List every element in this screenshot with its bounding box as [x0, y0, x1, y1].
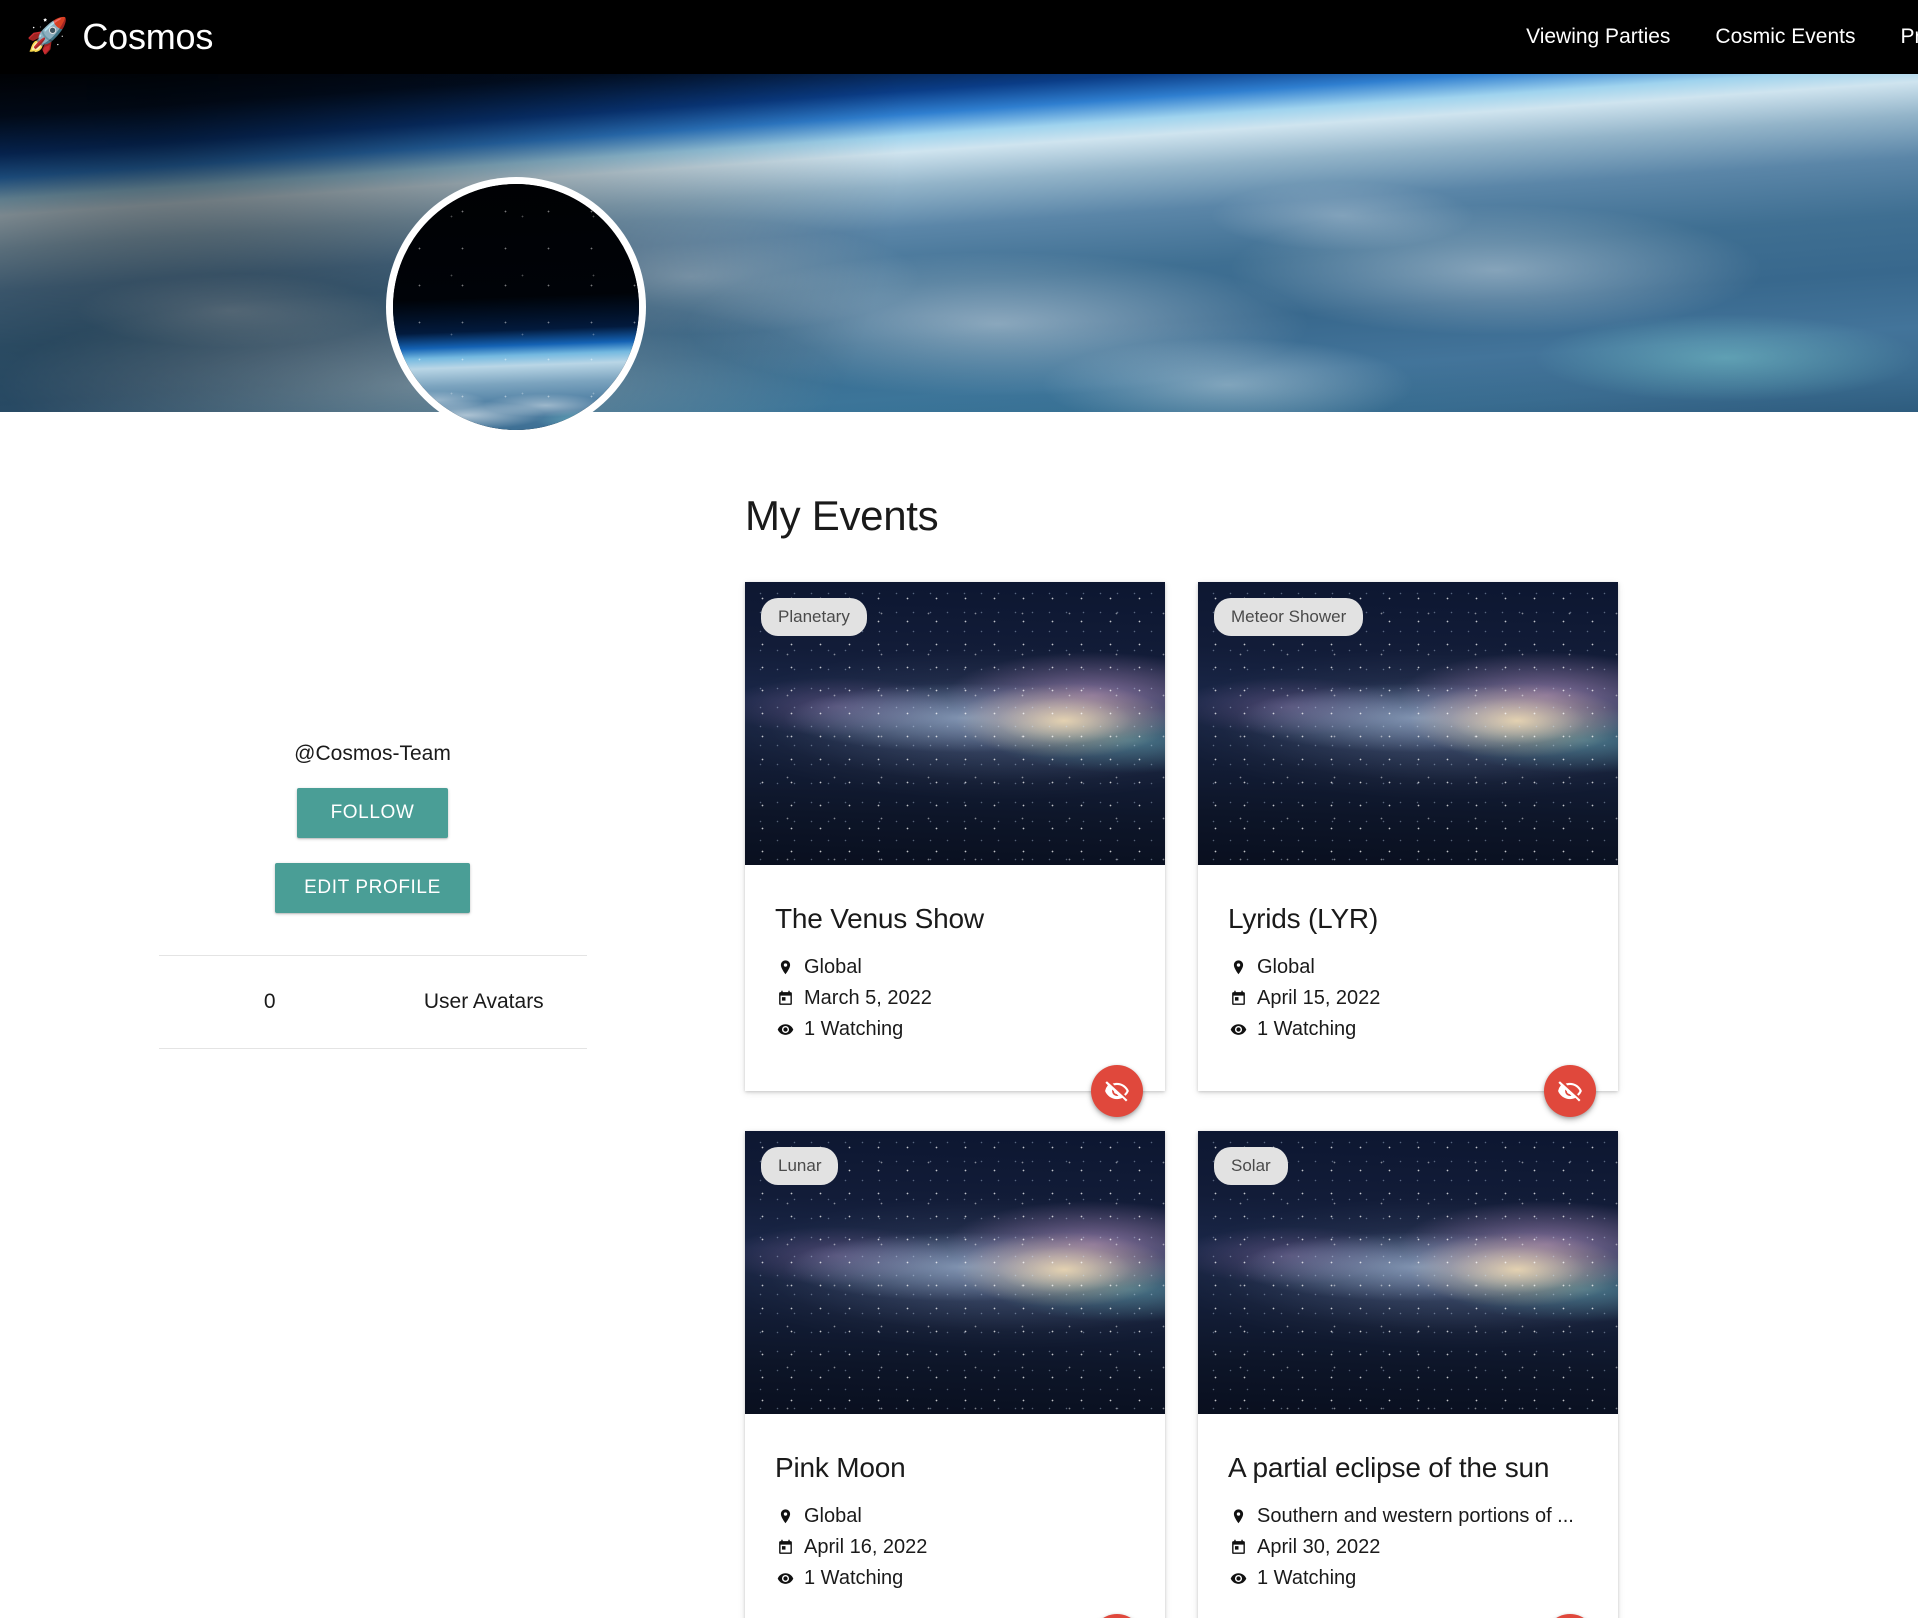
event-location: Global [1257, 956, 1315, 978]
eye-icon [1228, 1569, 1248, 1589]
event-location-row: Global [1228, 952, 1588, 983]
event-category-chip[interactable]: Lunar [761, 1147, 839, 1185]
stat-label-user-avatars: User Avatars [423, 990, 544, 1013]
event-watching: 1 Watching [804, 1567, 904, 1589]
event-card-body: Pink Moon Global April 16, 2022 1 Watchi… [745, 1414, 1165, 1618]
event-title: A partial eclipse of the sun [1228, 1452, 1550, 1483]
hide-event-button[interactable] [1544, 1065, 1596, 1117]
event-location: Global [804, 1505, 862, 1527]
event-card-body: Lyrids (LYR) Global April 15, 2022 1 Wat… [1198, 865, 1618, 1091]
event-category-chip[interactable]: Planetary [761, 598, 867, 636]
event-watching-row: 1 Watching [775, 1563, 1135, 1594]
event-watching: 1 Watching [804, 1018, 904, 1040]
event-location: Southern and western portions of ... [1257, 1505, 1574, 1527]
nav-link-viewing-parties[interactable]: Viewing Parties [1526, 25, 1670, 49]
eye-off-icon [1104, 1078, 1130, 1104]
event-card-media: Lunar [745, 1131, 1165, 1414]
events-grid: Planetary The Venus Show Global March 5,… [745, 582, 1858, 1618]
event-date: April 16, 2022 [804, 1536, 928, 1558]
calendar-icon [775, 1538, 795, 1558]
hide-event-button[interactable] [1091, 1065, 1143, 1117]
eye-icon [775, 1569, 795, 1589]
nav-link-profile[interactable]: Profile [1900, 25, 1918, 49]
page-body: @Cosmos-Team FOLLOW EDIT PROFILE 0 User … [0, 177, 1918, 1618]
eye-off-icon [1557, 1078, 1583, 1104]
location-pin-icon [775, 958, 795, 978]
event-location: Global [804, 956, 862, 978]
eye-icon [775, 1020, 795, 1040]
event-date: April 15, 2022 [1257, 987, 1381, 1009]
profile-banner [0, 74, 1918, 412]
event-date: March 5, 2022 [804, 987, 932, 1009]
event-location-row: Southern and western portions of ... [1228, 1501, 1588, 1532]
event-card-media: Planetary [745, 582, 1165, 865]
event-card-media: Meteor Shower [1198, 582, 1618, 865]
event-location-row: Global [775, 1501, 1135, 1532]
event-card-body: A partial eclipse of the sun Southern an… [1198, 1414, 1618, 1618]
follow-button[interactable]: FOLLOW [296, 788, 449, 838]
event-card-media: Solar [1198, 1131, 1618, 1414]
profile-handle: @Cosmos-Team [294, 742, 451, 765]
calendar-icon [1228, 1538, 1248, 1558]
event-card[interactable]: Lunar Pink Moon Global April 16, 2022 1 … [745, 1131, 1165, 1618]
main-content: My Events Planetary The Venus Show Globa… [745, 412, 1918, 1618]
sidebar-content: @Cosmos-Team FOLLOW EDIT PROFILE 0 User … [0, 412, 745, 1049]
banner-image [0, 74, 1918, 412]
page-title: My Events [745, 492, 939, 539]
avatar-image [393, 184, 639, 430]
event-category-chip[interactable]: Solar [1214, 1147, 1288, 1185]
event-date-row: April 16, 2022 [775, 1532, 1135, 1563]
event-title: Pink Moon [775, 1452, 906, 1483]
location-pin-icon [775, 1507, 795, 1527]
primary-nav: Viewing Parties Cosmic Events Profile [1526, 25, 1918, 49]
event-date-row: March 5, 2022 [775, 983, 1135, 1014]
event-date: April 30, 2022 [1257, 1536, 1381, 1558]
event-watching-row: 1 Watching [1228, 1014, 1588, 1045]
calendar-icon [775, 989, 795, 1009]
event-category-chip[interactable]: Meteor Shower [1214, 598, 1364, 636]
event-card[interactable]: Solar A partial eclipse of the sun South… [1198, 1131, 1618, 1618]
rocket-icon: 🚀 [26, 17, 69, 55]
profile-stats: 0 User Avatars [158, 955, 587, 1049]
brand[interactable]: 🚀 Cosmos [26, 16, 213, 58]
profile-sidebar: @Cosmos-Team FOLLOW EDIT PROFILE 0 User … [0, 177, 745, 1049]
location-pin-icon [1228, 1507, 1248, 1527]
event-watching: 1 Watching [1257, 1018, 1357, 1040]
stat-count-user-avatars: 0 [263, 990, 276, 1013]
event-title: The Venus Show [775, 903, 984, 934]
nav-link-cosmic-events[interactable]: Cosmic Events [1715, 25, 1855, 49]
event-watching-row: 1 Watching [1228, 1563, 1588, 1594]
app-header: 🚀 Cosmos Viewing Parties Cosmic Events P… [0, 0, 1918, 74]
event-date-row: April 15, 2022 [1228, 983, 1588, 1014]
event-card[interactable]: Meteor Shower Lyrids (LYR) Global April … [1198, 582, 1618, 1117]
event-watching: 1 Watching [1257, 1567, 1357, 1589]
event-date-row: April 30, 2022 [1228, 1532, 1588, 1563]
avatar[interactable] [386, 177, 646, 437]
event-location-row: Global [775, 952, 1135, 983]
event-watching-row: 1 Watching [775, 1014, 1135, 1045]
event-card[interactable]: Planetary The Venus Show Global March 5,… [745, 582, 1165, 1117]
avatar-clip [393, 184, 639, 430]
eye-icon [1228, 1020, 1248, 1040]
edit-profile-button[interactable]: EDIT PROFILE [275, 863, 470, 913]
brand-title: Cosmos [82, 16, 214, 57]
event-title: Lyrids (LYR) [1228, 903, 1379, 934]
calendar-icon [1228, 989, 1248, 1009]
event-card-body: The Venus Show Global March 5, 2022 1 Wa… [745, 865, 1165, 1091]
location-pin-icon [1228, 958, 1248, 978]
